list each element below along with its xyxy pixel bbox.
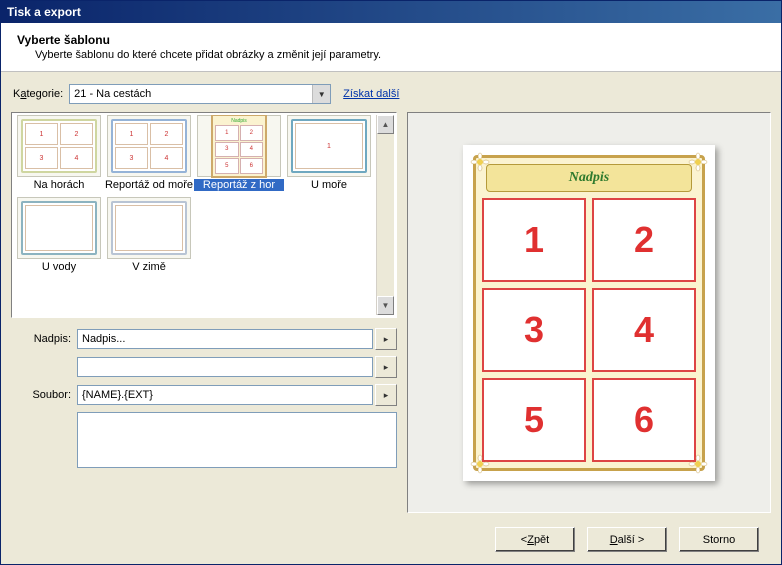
preview-cell: 3 bbox=[482, 288, 586, 372]
nadpis-input[interactable]: Nadpis... bbox=[77, 329, 373, 349]
category-label: Kategorie: bbox=[13, 88, 63, 100]
print-export-wizard: Tisk a export Vyberte šablonu Vyberte ša… bbox=[0, 0, 782, 565]
template-preview-icon bbox=[107, 197, 191, 259]
scroll-up-icon[interactable]: ▲ bbox=[377, 115, 394, 134]
template-scrollbar[interactable]: ▲ ▼ bbox=[376, 115, 394, 315]
preview-cell: 1 bbox=[482, 198, 586, 282]
category-select-value: 21 - Na cestách bbox=[74, 88, 151, 100]
back-button[interactable]: < Zpět bbox=[495, 527, 575, 552]
scroll-down-icon[interactable]: ▼ bbox=[377, 296, 394, 315]
template-label: U vody bbox=[14, 261, 104, 273]
template-preview-icon: 1234 bbox=[17, 115, 101, 177]
template-preview-icon: 1 bbox=[287, 115, 371, 177]
nadpis-row: Nadpis: Nadpis... ▸ bbox=[11, 328, 397, 350]
preview-cell: 4 bbox=[592, 288, 696, 372]
wizard-footer: < Zpět Další > Storno bbox=[11, 513, 771, 564]
nadpis-label: Nadpis: bbox=[11, 333, 77, 345]
wizard-header: Vyberte šablonu Vyberte šablonu do které… bbox=[1, 23, 781, 72]
get-more-link[interactable]: Získat další bbox=[343, 88, 399, 100]
template-item[interactable]: 1234 Na horách bbox=[14, 115, 104, 191]
template-preview-icon bbox=[17, 197, 101, 259]
template-list: 1234 Na horách 1234 Reportáž od moře Nad… bbox=[11, 112, 397, 318]
flower-corner-icon bbox=[688, 152, 708, 172]
template-item[interactable]: 1234 Reportáž od moře bbox=[104, 115, 194, 191]
category-select[interactable]: 21 - Na cestách ▼ bbox=[69, 84, 331, 104]
preview-cell: 2 bbox=[592, 198, 696, 282]
template-thumbnails: 1234 Na horách 1234 Reportáž od moře Nad… bbox=[14, 115, 376, 315]
next-button[interactable]: Další > bbox=[587, 527, 667, 552]
template-label: V zimě bbox=[104, 261, 194, 273]
left-column: 1234 Na horách 1234 Reportáž od moře Nad… bbox=[11, 112, 397, 513]
soubor-label: Soubor: bbox=[11, 389, 77, 401]
dropdown-arrow-icon: ▼ bbox=[312, 85, 330, 103]
flower-corner-icon bbox=[688, 454, 708, 474]
preview-cell: 5 bbox=[482, 378, 586, 462]
description-textarea[interactable] bbox=[77, 412, 397, 468]
template-item[interactable]: 1 U moře bbox=[284, 115, 374, 191]
preview-template: Nadpis 1 2 3 4 5 6 bbox=[473, 155, 705, 471]
template-item[interactable]: U vody bbox=[14, 197, 104, 273]
wizard-step-title: Vyberte šablonu bbox=[17, 33, 765, 47]
soubor-more-button[interactable]: ▸ bbox=[375, 384, 397, 406]
wizard-body: Kategorie: 21 - Na cestách ▼ Získat dalš… bbox=[1, 72, 781, 564]
template-label: Reportáž z hor bbox=[194, 179, 284, 191]
preview-page: Nadpis 1 2 3 4 5 6 bbox=[463, 145, 715, 481]
extra-more-button[interactable]: ▸ bbox=[375, 356, 397, 378]
template-form: Nadpis: Nadpis... ▸ ▸ Soubor: {NAME}.{EX… bbox=[11, 328, 397, 468]
category-row: Kategorie: 21 - Na cestách ▼ Získat dalš… bbox=[13, 84, 771, 104]
main-row: 1234 Na horách 1234 Reportáž od moře Nad… bbox=[11, 112, 771, 513]
window-title: Tisk a export bbox=[1, 1, 781, 23]
template-label: Reportáž od moře bbox=[104, 179, 194, 191]
extra-row: ▸ bbox=[11, 356, 397, 378]
flower-corner-icon bbox=[470, 152, 490, 172]
cancel-button[interactable]: Storno bbox=[679, 527, 759, 552]
soubor-row: Soubor: {NAME}.{EXT} ▸ bbox=[11, 384, 397, 406]
template-item-selected[interactable]: Nadpis123456 Reportáž z hor bbox=[194, 115, 284, 191]
nadpis-more-button[interactable]: ▸ bbox=[375, 328, 397, 350]
extra-input[interactable] bbox=[77, 357, 373, 377]
template-label: U moře bbox=[284, 179, 374, 191]
preview-banner: Nadpis bbox=[486, 164, 692, 192]
soubor-input[interactable]: {NAME}.{EXT} bbox=[77, 385, 373, 405]
preview-panel: Nadpis 1 2 3 4 5 6 bbox=[407, 112, 771, 513]
flower-corner-icon bbox=[470, 454, 490, 474]
wizard-step-description: Vyberte šablonu do které chcete přidat o… bbox=[35, 49, 765, 61]
preview-grid: 1 2 3 4 5 6 bbox=[482, 198, 696, 462]
template-label: Na horách bbox=[14, 179, 104, 191]
preview-cell: 6 bbox=[592, 378, 696, 462]
template-preview-icon: Nadpis123456 bbox=[197, 115, 281, 177]
template-item[interactable]: V zimě bbox=[104, 197, 194, 273]
template-preview-icon: 1234 bbox=[107, 115, 191, 177]
